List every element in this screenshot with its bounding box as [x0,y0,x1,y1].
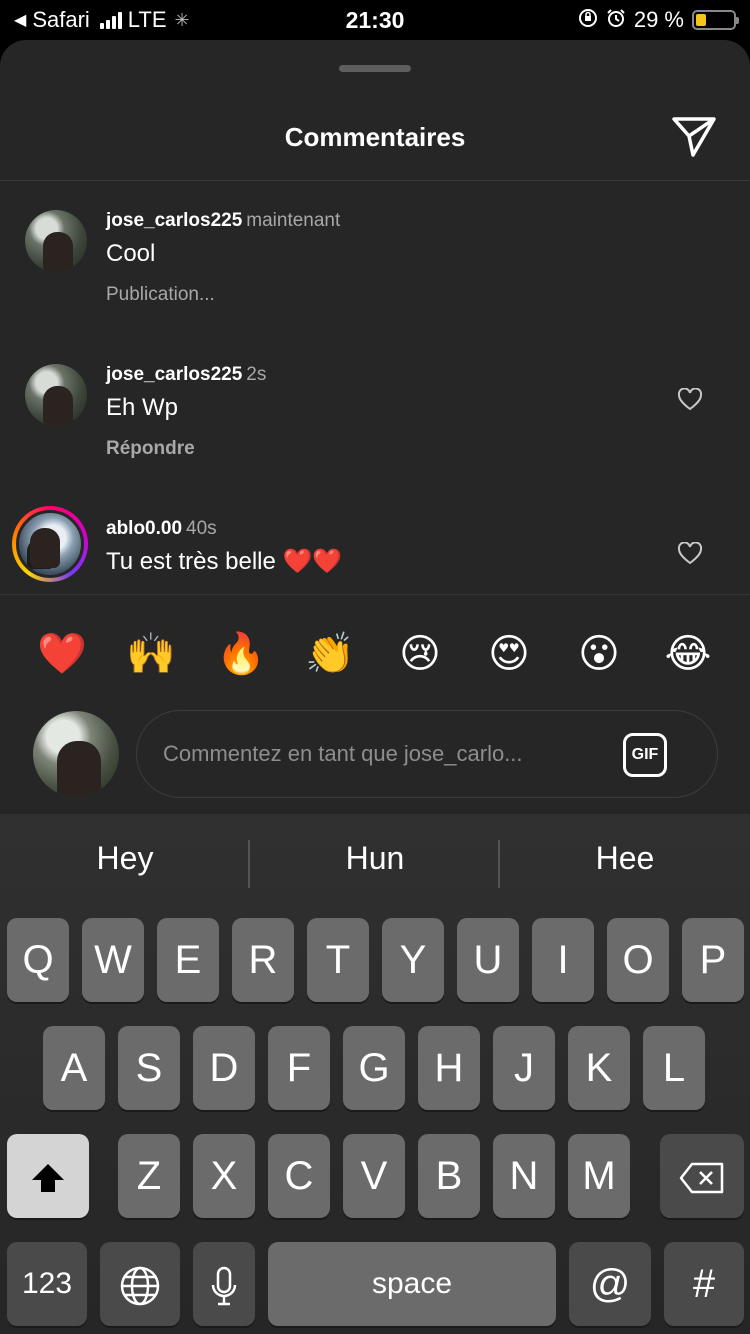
comment-username[interactable]: jose_carlos225 [106,364,242,385]
emoji-raised-hands-button[interactable]: 🙌 [126,629,176,679]
comments-sheet: Commentaires jose_carlos225 maintenant Co… [0,40,750,814]
comment-input-box[interactable]: GIF [136,710,718,798]
paper-plane-icon [672,117,716,157]
hash-key[interactable]: # [664,1242,744,1326]
key-h[interactable]: H [418,1026,480,1110]
comment-text: Tu est très belle ❤️❤️ [106,548,342,576]
emoji-clap-button[interactable]: 👏 [305,629,355,679]
comment-meta: ablo0.00 40s [106,518,217,540]
key-z[interactable]: Z [118,1134,180,1218]
comment-item: jose_carlos225 2s Eh Wp Répondre [0,364,750,484]
reply-button[interactable]: Répondre [106,438,195,460]
dictation-key[interactable] [193,1242,255,1326]
story-avatar[interactable] [12,506,88,582]
comment-time: 2s [246,364,267,385]
shift-arrow-icon [32,1164,64,1193]
emoji-heart-button[interactable]: ❤️ [37,629,87,679]
comment-input-row: GIF [0,710,750,814]
suggestion-2[interactable]: Hun [250,840,500,877]
numbers-key[interactable]: 123 [7,1242,87,1326]
comment-username[interactable]: ablo0.00 [106,518,182,539]
key-n[interactable]: N [493,1134,555,1218]
avatar[interactable] [25,210,87,272]
suggestion-1[interactable]: Hey [0,840,250,877]
alarm-icon [606,8,626,33]
key-x[interactable]: X [193,1134,255,1218]
keyboard: Hey Hun Hee Q W E R T Y U I O P A S D F … [0,814,750,1334]
key-v[interactable]: V [343,1134,405,1218]
key-m[interactable]: M [568,1134,630,1218]
share-send-button[interactable] [670,112,718,160]
battery-percent: 29 % [633,7,684,32]
microphone-icon [211,1267,237,1306]
key-l[interactable]: L [643,1026,705,1110]
emoji-fire-button[interactable]: 🔥 [216,629,266,679]
globe-icon [120,1267,160,1306]
space-key[interactable]: space [268,1242,556,1326]
heart-outline-icon [677,541,703,565]
comment-meta: jose_carlos225 2s [106,364,266,386]
like-button[interactable] [677,387,703,412]
key-r[interactable]: R [232,918,294,1002]
avatar [16,510,84,578]
key-g[interactable]: G [343,1026,405,1110]
comment-time: 40s [186,518,217,539]
my-avatar [33,711,119,797]
gif-button[interactable]: GIF [623,733,667,777]
sheet-divider [0,180,750,181]
suggestion-3[interactable]: Hee [500,840,750,877]
comment-text: Eh Wp [106,394,179,421]
keyboard-suggestions: Hey Hun Hee [0,814,750,910]
key-u[interactable]: U [457,918,519,1002]
rotation-lock-icon [578,8,598,33]
avatar[interactable] [25,364,87,426]
key-a[interactable]: A [43,1026,105,1110]
key-w[interactable]: W [82,918,144,1002]
backspace-key[interactable] [660,1134,744,1218]
key-k[interactable]: K [568,1026,630,1110]
comment-item: jose_carlos225 maintenant Cool Publicatio… [0,210,750,330]
key-d[interactable]: D [193,1026,255,1110]
key-e[interactable]: E [157,918,219,1002]
heart-outline-icon [677,387,703,411]
comment-status: Publication... [106,284,215,305]
emoji-laughing-button[interactable]: 😂 [663,629,713,679]
key-b[interactable]: B [418,1134,480,1218]
key-q[interactable]: Q [7,918,69,1002]
comment-text: Cool [106,240,156,267]
like-button[interactable] [677,541,703,566]
at-key[interactable]: @ [569,1242,651,1326]
emoji-bar: ❤️ 🙌 🔥 👏 😢 😍 😮 😂 [0,594,750,710]
key-j[interactable]: J [493,1026,555,1110]
sheet-title: Commentaires [284,122,466,152]
sheet-grabber[interactable] [339,65,411,72]
status-bar: ◀ Safari LTE ✳ 21:30 29 % [0,0,750,40]
comment-username[interactable]: jose_carlos225 [106,210,242,231]
emoji-surprised-button[interactable]: 😮 [574,629,624,679]
key-y[interactable]: Y [382,918,444,1002]
comment-text-body: Tu est très belle [106,548,276,575]
key-o[interactable]: O [607,918,669,1002]
shift-key[interactable] [7,1134,89,1218]
status-right: 29 % [578,7,739,33]
key-p[interactable]: P [682,918,744,1002]
key-s[interactable]: S [118,1026,180,1110]
key-f[interactable]: F [268,1026,330,1110]
key-c[interactable]: C [268,1134,330,1218]
backspace-icon [679,1163,724,1194]
globe-key[interactable] [100,1242,180,1326]
emoji-crying-button[interactable]: 😢 [395,629,445,679]
comment-input[interactable] [163,711,593,797]
key-t[interactable]: T [307,918,369,1002]
comment-text-hearts: ❤️❤️ [282,548,343,575]
comment-time: maintenant [246,210,341,231]
battery-icon [692,10,739,30]
key-i[interactable]: I [532,918,594,1002]
emoji-heart-eyes-button[interactable]: 😍 [484,629,534,679]
comment-meta: jose_carlos225 maintenant [106,210,340,232]
